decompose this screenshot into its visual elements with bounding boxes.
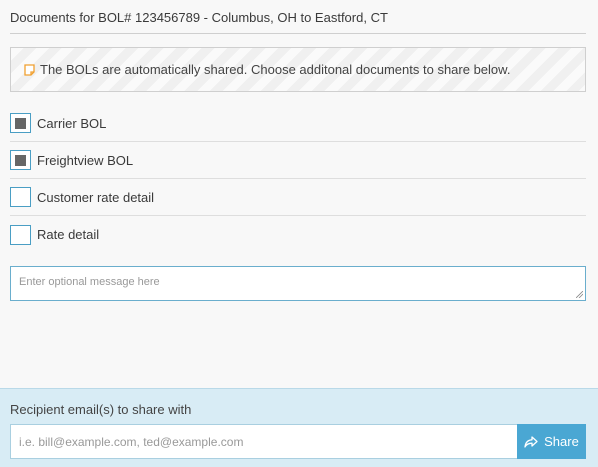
resize-handle-icon[interactable] [576, 291, 583, 298]
share-footer: Recipient email(s) to share with i.e. bi… [0, 388, 598, 467]
message-placeholder: Enter optional message here [19, 276, 160, 288]
document-option-carrier-bol[interactable]: Carrier BOL [10, 105, 586, 142]
share-icon [524, 435, 538, 448]
notice-text: The BOLs are automatically shared. Choos… [40, 62, 511, 77]
checkbox[interactable] [10, 113, 31, 133]
note-icon [24, 63, 35, 76]
info-notice: The BOLs are automatically shared. Choos… [10, 47, 586, 92]
document-label: Carrier BOL [37, 115, 107, 131]
checkbox-checked-mark [15, 154, 26, 166]
message-textarea[interactable]: Enter optional message here [10, 266, 586, 301]
document-option-rate-detail[interactable]: Rate detail [10, 216, 586, 253]
page-title: Documents for BOL# 123456789 - Columbus,… [10, 10, 586, 34]
document-label: Rate detail [37, 227, 100, 242]
recipient-email-input[interactable]: i.e. bill@example.com, ted@example.com [10, 424, 517, 459]
checkbox[interactable] [10, 224, 31, 245]
email-placeholder: i.e. bill@example.com, ted@example.com [19, 435, 244, 449]
checkbox[interactable] [10, 187, 31, 207]
recipient-label: Recipient email(s) to share with [10, 402, 192, 417]
document-label: Freightview BOL [37, 152, 134, 168]
document-option-customer-rate-detail[interactable]: Customer rate detail [10, 179, 586, 216]
checkbox[interactable] [10, 150, 31, 170]
document-option-freightview-bol[interactable]: Freightview BOL [10, 142, 586, 179]
share-button-label: Share [544, 434, 579, 449]
share-button[interactable]: Share [517, 424, 586, 459]
document-list: Carrier BOL Freightview BOL Customer rat… [10, 105, 586, 253]
checkbox-checked-mark [15, 117, 26, 129]
document-label: Customer rate detail [37, 189, 155, 205]
